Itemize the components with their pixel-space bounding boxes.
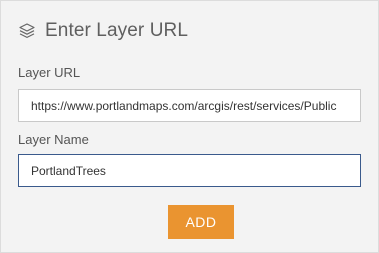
panel-title: Enter Layer URL <box>45 20 189 41</box>
layer-url-label: Layer URL <box>18 65 81 80</box>
panel-header: Enter Layer URL <box>18 19 188 43</box>
layer-url-input[interactable] <box>18 89 361 122</box>
layer-name-label: Layer Name <box>18 132 89 147</box>
layers-icon <box>18 22 36 40</box>
layer-name-input[interactable] <box>18 154 361 187</box>
add-button[interactable]: ADD <box>168 205 234 239</box>
enter-layer-url-panel: Enter Layer URL Layer URL Layer Name ADD <box>0 0 379 253</box>
